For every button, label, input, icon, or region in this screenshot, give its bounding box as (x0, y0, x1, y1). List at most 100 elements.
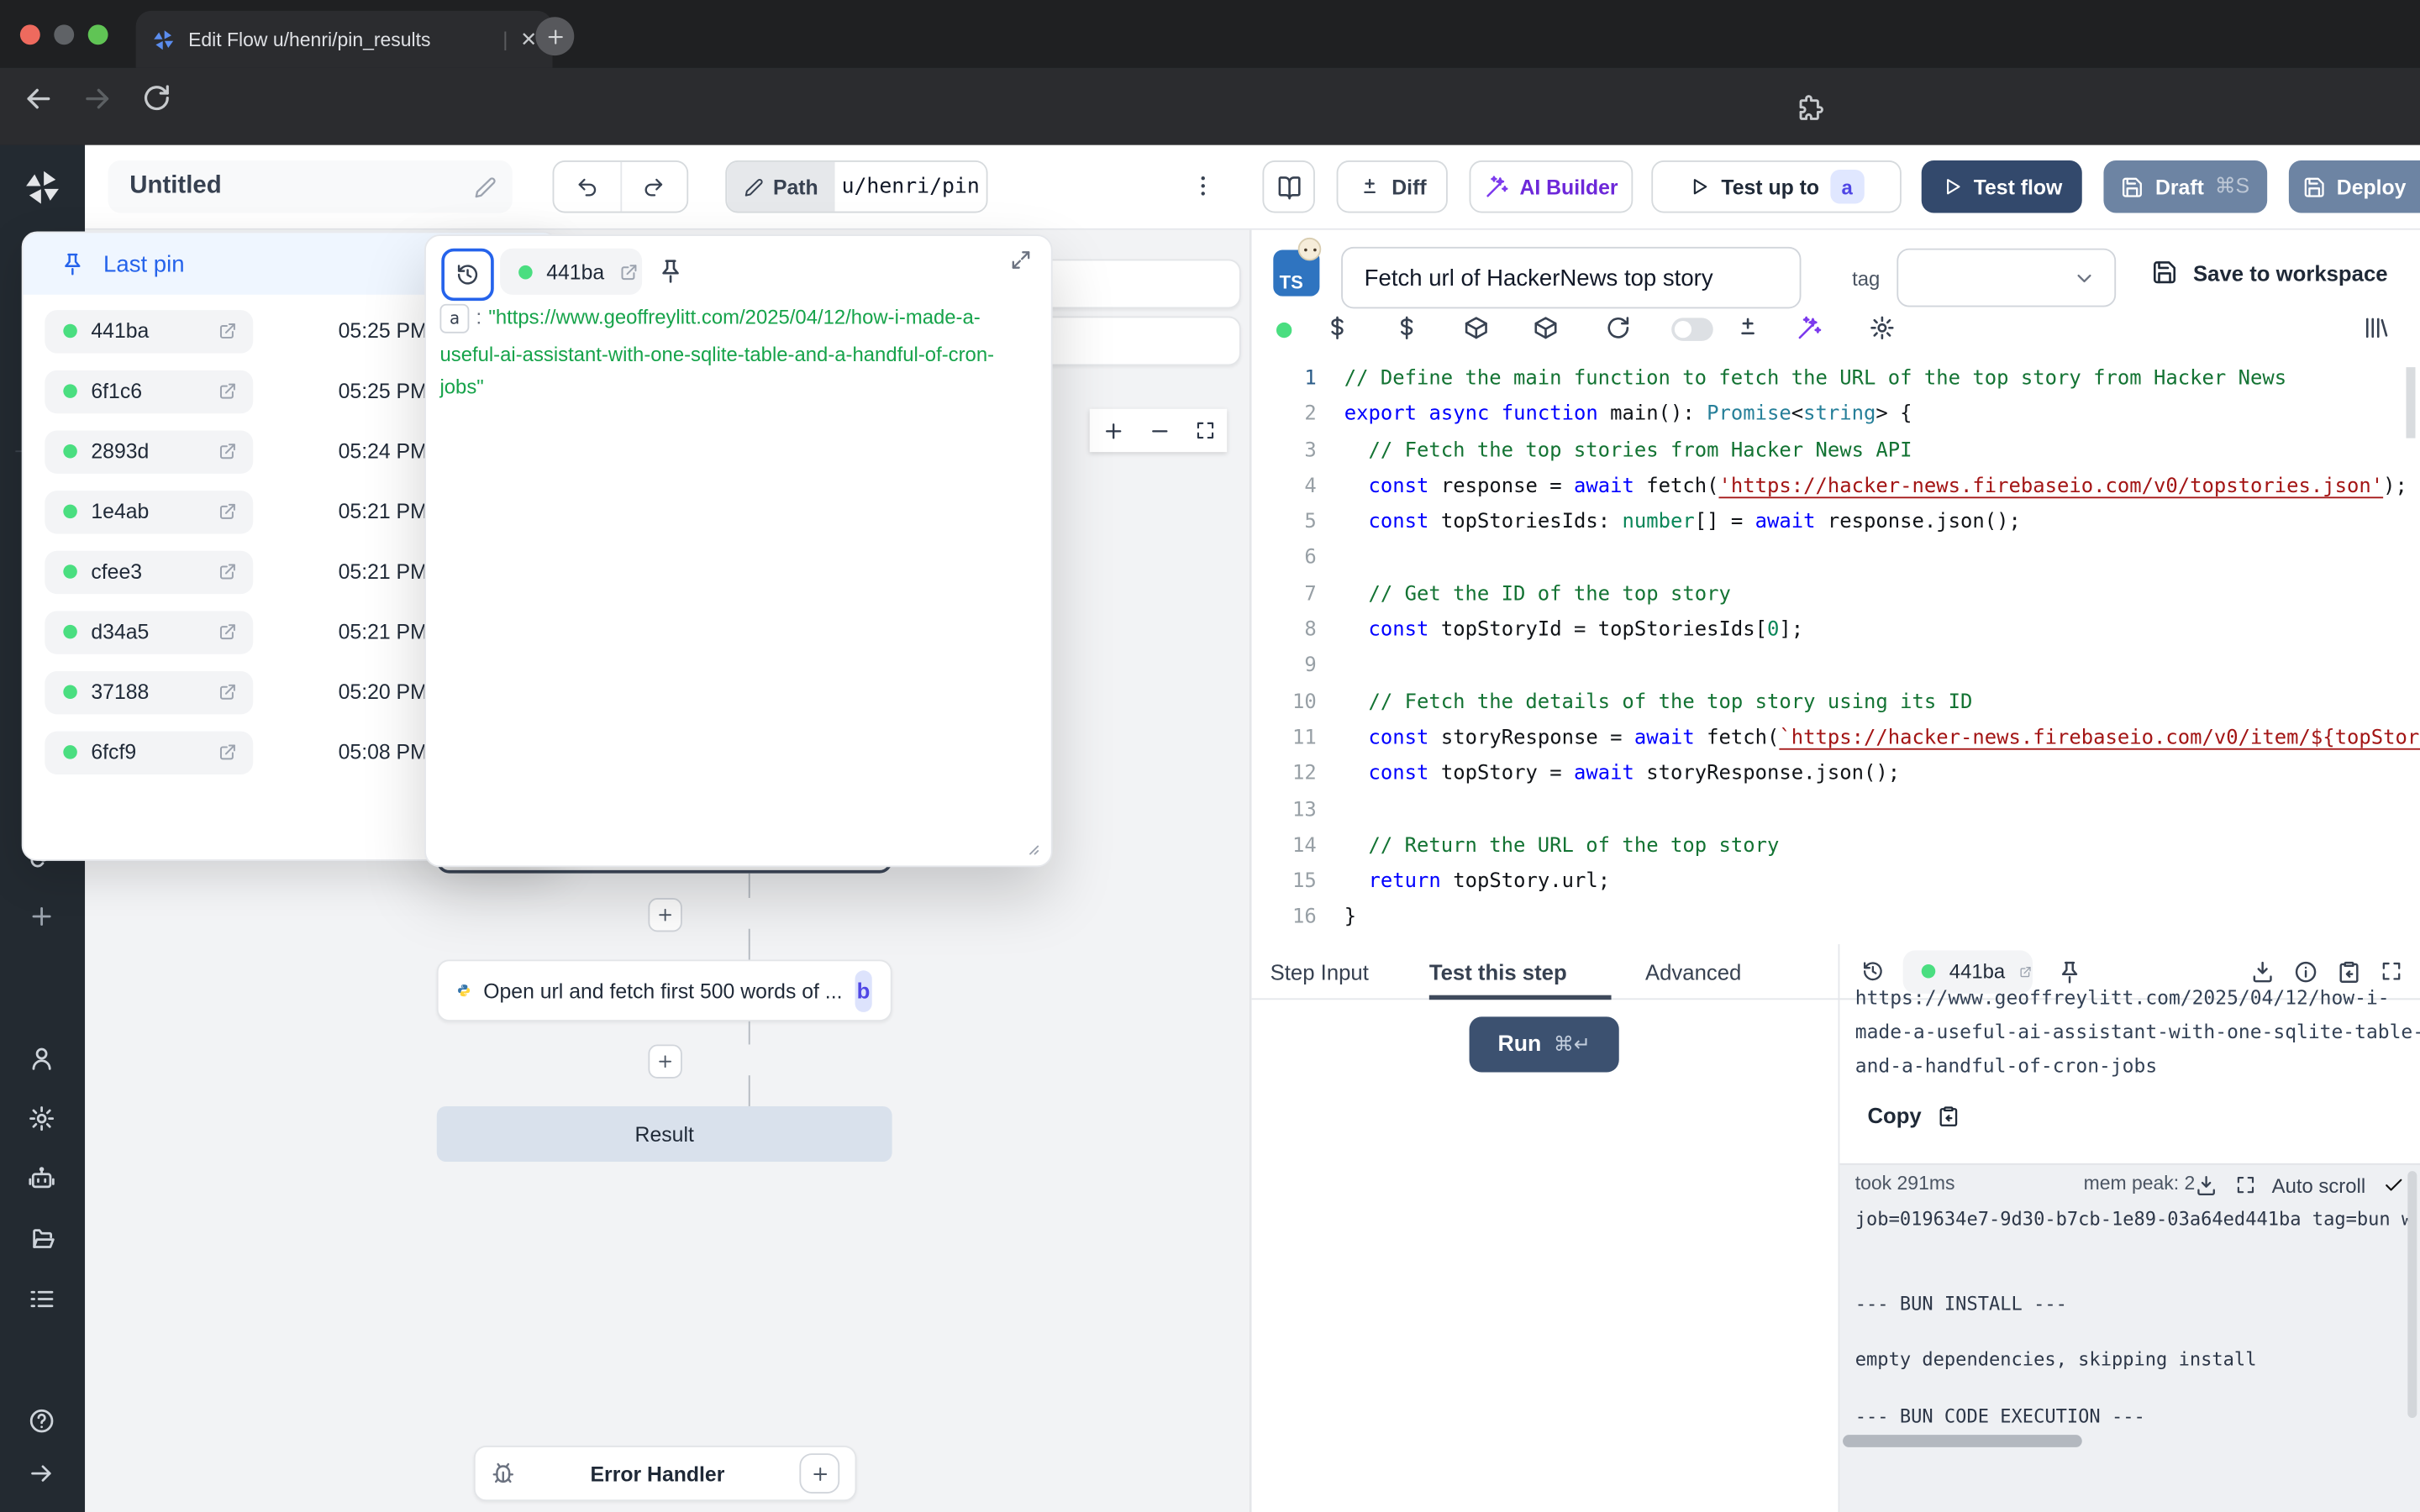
tab-test-this-step[interactable]: Test this step (1429, 944, 1567, 1000)
library-icon[interactable] (2363, 315, 2389, 341)
diff-icon[interactable] (1734, 315, 1760, 341)
sidebar-item-settings[interactable] (28, 1105, 55, 1132)
code-line[interactable]: 15 return topStory.url; (1252, 864, 2420, 900)
back-button[interactable] (22, 81, 55, 115)
sidebar-collapse-icon[interactable] (28, 1460, 55, 1488)
edit-title-pencil-icon[interactable] (474, 175, 497, 198)
test-flow-button[interactable]: Test flow (1922, 160, 2082, 213)
zoom-out-icon[interactable] (1148, 419, 1171, 443)
code-line[interactable]: 9 (1252, 648, 2420, 685)
path-button[interactable]: Path u/henri/pin (725, 160, 987, 213)
code-line[interactable]: 13 (1252, 792, 2420, 828)
insert-step-button[interactable] (648, 898, 681, 932)
pin-chip[interactable]: 441ba (500, 249, 642, 295)
code-line[interactable]: 16} (1252, 900, 2420, 937)
ai-builder-button[interactable]: AI Builder (1470, 160, 1634, 213)
pin-chip[interactable]: 2893d (45, 430, 253, 473)
tab-close-icon[interactable]: ✕ (520, 27, 537, 51)
autoscroll-label[interactable]: Auto scroll (2272, 1174, 2365, 1198)
log-v-scrollbar[interactable] (2407, 1171, 2417, 1418)
expand-popup-icon[interactable] (1009, 249, 1033, 272)
copy-clipboard-icon[interactable] (2337, 959, 2361, 984)
fit-view-icon[interactable] (1194, 420, 1216, 442)
pin-chip[interactable]: 1e4ab (45, 490, 253, 533)
more-options-kebab-icon[interactable] (1190, 173, 1216, 199)
maximize-window-button[interactable] (88, 24, 108, 45)
error-handler-node[interactable]: Error Handler (474, 1446, 857, 1501)
code-line[interactable]: 4 const response = await fetch('https://… (1252, 469, 2420, 505)
diff-button[interactable]: Diff (1337, 160, 1448, 213)
sidebar-item-add[interactable] (28, 902, 55, 930)
redo-button[interactable] (621, 162, 687, 212)
pin-icon[interactable] (2057, 959, 2081, 984)
code-line[interactable]: 1// Define the main function to fetch th… (1252, 361, 2420, 397)
tag-select[interactable] (1897, 249, 2116, 307)
external-link-icon[interactable] (218, 742, 238, 762)
toggle-switch[interactable] (1671, 318, 1713, 341)
result-key-badge[interactable]: a (439, 304, 469, 333)
external-link-icon[interactable] (2019, 962, 2033, 980)
variables-icon[interactable] (1324, 315, 1350, 341)
code-line[interactable]: 5 const topStoriesIds: number[] = await … (1252, 505, 2420, 541)
test-up-to-button[interactable]: Test up to a (1651, 160, 1902, 213)
sidebar-item-workers[interactable] (28, 1165, 55, 1193)
code-line[interactable]: 7 // Get the ID of the top story (1252, 577, 2420, 613)
result-url-text[interactable]: https://www.geoffreylitt.com/2025/04/12/… (1855, 981, 2420, 1083)
external-link-icon[interactable] (218, 381, 238, 402)
docs-book-button[interactable] (1262, 160, 1314, 213)
pin-value-viewer[interactable]: a : "https://www.geoffreylitt.com/2025/0… (439, 304, 1039, 398)
expand-log-icon[interactable] (2235, 1174, 2257, 1196)
step-node-open-url[interactable]: Open url and fetch first 500 words of ..… (437, 959, 892, 1021)
flow-title-field[interactable]: Untitled (108, 160, 513, 213)
minimize-window-button[interactable] (54, 24, 74, 45)
sidebar-item-folders[interactable] (28, 1225, 55, 1252)
package-icon[interactable] (1463, 315, 1489, 341)
new-tab-button[interactable] (535, 17, 574, 55)
ai-wand-icon[interactable] (1797, 315, 1823, 341)
info-icon[interactable] (2293, 959, 2317, 984)
external-link-icon[interactable] (218, 622, 238, 642)
close-window-button[interactable] (20, 24, 40, 45)
reload-button[interactable] (140, 81, 173, 114)
sidebar-item-help[interactable] (28, 1407, 55, 1435)
undo-button[interactable] (554, 162, 621, 212)
fullscreen-icon[interactable] (2380, 959, 2403, 983)
editor-scrollbar[interactable] (2406, 367, 2415, 438)
sidebar-item-user[interactable] (28, 1044, 55, 1072)
forward-button[interactable] (81, 81, 114, 115)
download-icon[interactable] (2250, 959, 2275, 984)
external-link-icon[interactable] (218, 501, 238, 522)
download-log-icon[interactable] (2195, 1174, 2218, 1198)
code-line[interactable]: 17 (1252, 936, 2420, 942)
log-h-scrollbar[interactable] (1843, 1435, 2082, 1447)
deploy-button[interactable]: Deploy (2289, 160, 2420, 213)
zoom-in-icon[interactable] (1102, 419, 1125, 443)
external-link-icon[interactable] (218, 562, 238, 582)
add-error-handler-button[interactable] (799, 1453, 839, 1494)
insert-step-button[interactable] (648, 1044, 681, 1078)
run-button[interactable]: Run ⌘↵ (1470, 1016, 1619, 1072)
package-icon[interactable] (1533, 315, 1559, 341)
draft-button[interactable]: Draft ⌘S (2103, 160, 2267, 213)
pin-chip[interactable]: 6fcf9 (45, 731, 253, 774)
pin-chip[interactable]: cfee3 (45, 550, 253, 593)
external-link-icon[interactable] (218, 441, 238, 461)
code-line[interactable]: 8 const topStoryId = topStoriesIds[0]; (1252, 612, 2420, 648)
reload-script-icon[interactable] (1605, 315, 1631, 341)
pin-chip[interactable]: 37188 (45, 670, 253, 713)
sidebar-item-audit-logs[interactable] (28, 1285, 55, 1313)
code-line[interactable]: 10 // Fetch the details of the top story… (1252, 685, 2420, 721)
settings-gear-icon[interactable] (1869, 315, 1895, 341)
code-line[interactable]: 12 const topStory = await storyResponse.… (1252, 756, 2420, 792)
pin-chip[interactable]: d34a5 (45, 610, 253, 653)
code-line[interactable]: 6 (1252, 541, 2420, 577)
browser-tab[interactable]: Edit Flow u/henri/pin_results | ✕ (136, 11, 553, 68)
pin-chip[interactable]: 441ba (45, 309, 253, 352)
code-line[interactable]: 3 // Fetch the top stories from Hacker N… (1252, 433, 2420, 469)
log-panel[interactable]: took 291ms mem peak: 2 Auto scroll job=0… (1839, 1163, 2420, 1512)
external-link-icon[interactable] (218, 682, 238, 702)
step-title-input[interactable]: Fetch url of HackerNews top story (1341, 247, 1801, 308)
windmill-logo-icon[interactable] (22, 166, 64, 208)
history-icon[interactable] (1861, 959, 1885, 983)
external-link-icon[interactable] (618, 261, 639, 281)
